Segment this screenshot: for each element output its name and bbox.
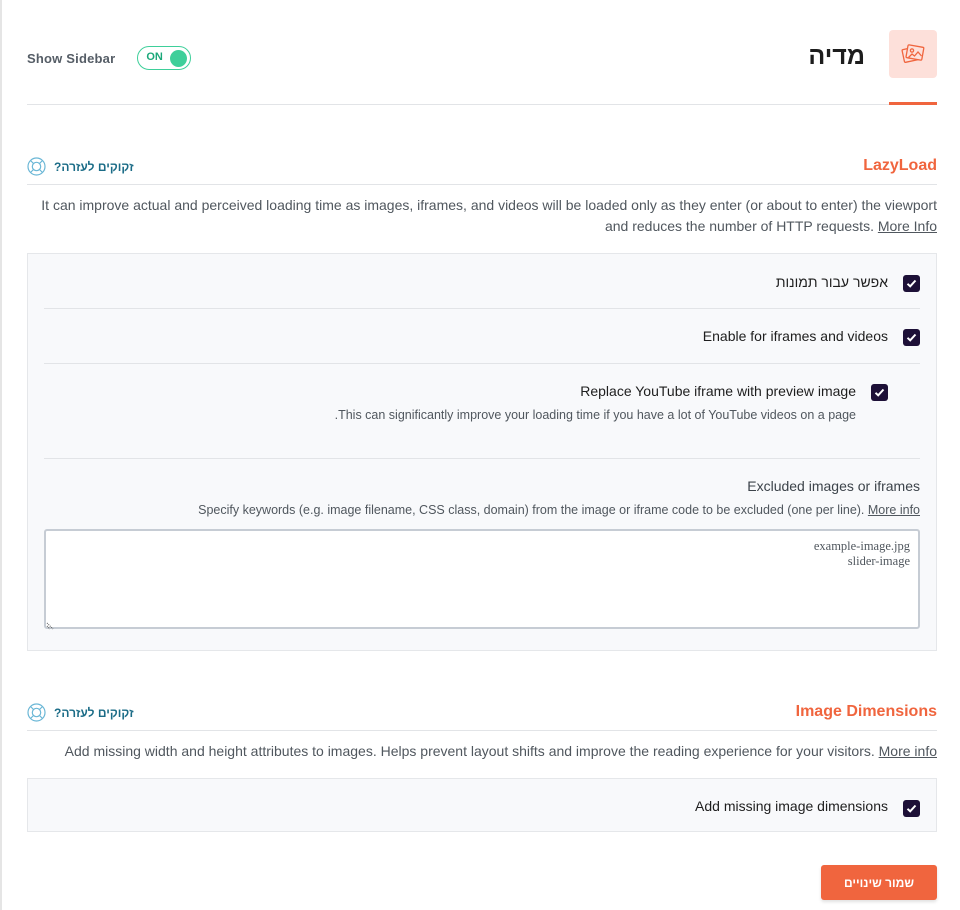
image-dimensions-description-wrap: Add missing width and height attributes … (27, 741, 937, 762)
excluded-keywords-textarea[interactable]: example-image.jpg slider-image (44, 529, 920, 629)
checkbox-add-dimensions[interactable] (903, 800, 920, 817)
lazyload-description-line2-wrap: and reduces the number of HTTP requests.… (27, 216, 937, 237)
checkmark-icon (874, 388, 885, 397)
image-dimensions-description: Add missing width and height attributes … (64, 743, 875, 759)
option-label-add-dimensions: Add missing image dimensions (695, 798, 888, 814)
page-title: מדיה (808, 42, 865, 70)
option-row-iframes: Enable for iframes and videos (44, 309, 920, 364)
life-ring-icon (27, 157, 46, 176)
excluded-more-info-link[interactable]: More info (868, 503, 920, 517)
page-header: Show Sidebar ON מדיה (27, 30, 937, 105)
excluded-field-row: Excluded images or iframes Specify keywo… (44, 459, 920, 649)
lazyload-help-link[interactable]: זקוקים לעזרה? (27, 157, 134, 176)
lazyload-description: It can improve actual and perceived load… (27, 195, 937, 237)
option-label-iframes: Enable for iframes and videos (702, 328, 888, 344)
image-dimensions-more-info-link[interactable]: More info (879, 743, 937, 759)
lazyload-more-info-link[interactable]: More Info (878, 218, 937, 234)
checkmark-icon (906, 279, 917, 288)
excluded-description: Specify keywords (e.g. image filename, C… (198, 503, 865, 517)
help-link-text: זקוקים לעזרה? (54, 705, 134, 720)
active-tab-indicator (889, 102, 937, 105)
show-sidebar-toggle[interactable]: ON (137, 46, 192, 70)
checkbox-iframes[interactable] (903, 329, 920, 346)
excluded-label: Excluded images or iframes (747, 478, 920, 494)
help-link-text: זקוקים לעזרה? (54, 159, 134, 174)
checkbox-youtube[interactable] (871, 384, 888, 401)
save-changes-button[interactable]: שמור שינויים (821, 865, 937, 900)
lazyload-description-line2: and reduces the number of HTTP requests. (604, 218, 874, 234)
images-icon (889, 30, 937, 78)
show-sidebar-control: Show Sidebar ON (27, 46, 192, 70)
excluded-description-wrap: Specify keywords (e.g. image filename, C… (44, 503, 920, 517)
lazyload-options-card: אפשר עבור תמונות Enable for iframes and … (27, 253, 937, 651)
checkbox-images[interactable] (903, 275, 920, 292)
checkmark-icon (906, 333, 917, 342)
toggle-state-text: ON (146, 51, 163, 63)
option-row-images: אפשר עבור תמונות (44, 254, 920, 309)
resize-grip-icon[interactable] (46, 620, 56, 630)
image-dimensions-title: Image Dimensions (795, 703, 937, 720)
image-dimensions-section-header: Image Dimensions זקוקים לעזרה? (27, 698, 937, 731)
option-label-youtube: Replace YouTube iframe with preview imag… (580, 383, 856, 399)
show-sidebar-label: Show Sidebar (27, 50, 116, 66)
lazyload-description-line1: It can improve actual and perceived load… (41, 197, 937, 213)
image-dimensions-options-card: Add missing image dimensions (27, 778, 937, 832)
option-description-youtube: .This can significantly improve your loa… (334, 408, 856, 422)
lazyload-section-header: LazyLoad זקוקים לעזרה? (27, 152, 937, 185)
option-row-add-dimensions: Add missing image dimensions (44, 779, 920, 833)
toggle-knob (170, 49, 188, 67)
lazyload-title: LazyLoad (863, 157, 937, 174)
image-dimensions-help-link[interactable]: זקוקים לעזרה? (27, 703, 134, 722)
life-ring-icon (27, 703, 46, 722)
option-row-youtube: Replace YouTube iframe with preview imag… (44, 364, 920, 459)
left-border (0, 0, 2, 910)
checkmark-icon (906, 804, 917, 813)
option-label-images: אפשר עבור תמונות (775, 274, 888, 290)
